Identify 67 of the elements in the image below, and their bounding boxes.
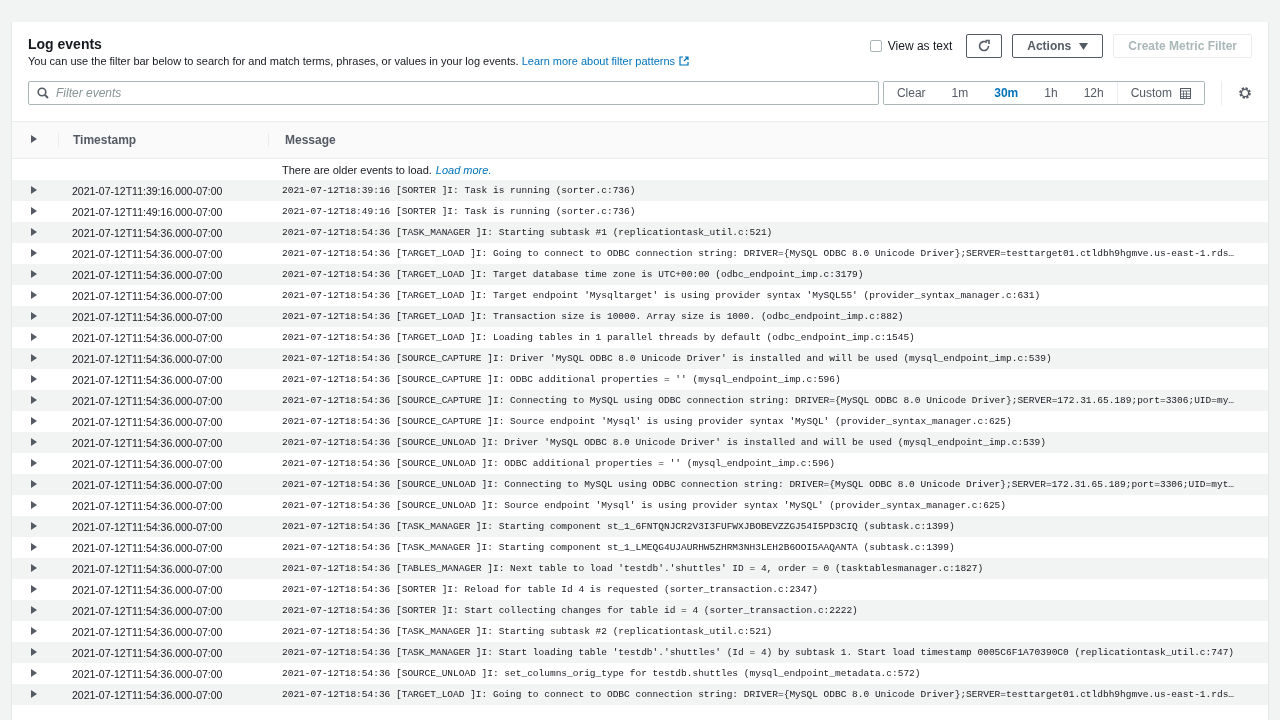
filter-events-field[interactable]: Filter events <box>28 81 879 105</box>
timestamp-cell-text: 2021-07-12T11:54:36.000-07:00 <box>71 310 224 323</box>
timestamp-cell-text: 2021-07-12T11:54:36.000-07:00 <box>71 583 224 596</box>
timestamp-cell-text: 2021-07-12T11:54:36.000-07:00 <box>71 520 224 533</box>
message-cell-text: 2021-07-12T18:54:36 [SOURCE_UNLOAD ]I: Connecting to MySQL using ODBC connection string: DRIVER={MySQL ODBC 8.0 Unicode Driver};SERVER=172.31.65.189;port=3306;UID=myt… <box>281 479 1236 490</box>
timestamp-cell-text: 2021-07-12T11:54:36.000-07:00 <box>71 625 224 638</box>
message-cell-text: 2021-07-12T18:54:36 [TASK_MANAGER ]I: Starting subtask #2 (replicationtask_util.c:521) <box>281 626 774 637</box>
message-cell-text: 2021-07-12T18:54:36 [SORTER ]I: Reload for table Id 4 is requested (sorter_transaction.c:2347) <box>281 584 819 595</box>
message-cell-text: 2021-07-12T18:54:36 [TASK_MANAGER ]I: Start loading table 'testdb'.'shuttles' (Id = 4) by subtask 1. Start load timestamp 0005C6F1A70390C0 (replicationtask_util.c:747) <box>281 647 1236 658</box>
message-cell-text: 2021-07-12T18:54:36 [TASK_MANAGER ]I: Starting component st_1_6FNTQNJCR2V3I3FUFWXJBOBEVZZGJ54I5PD3CIQ (subtask.c:1399) <box>281 521 956 532</box>
load-more-link[interactable]: Load more. <box>435 163 492 176</box>
message-cell-text: 2021-07-12T18:54:36 [SOURCE_UNLOAD ]I: ODBC additional properties = '' (mysql_endpoint_imp.c:596) <box>281 458 836 469</box>
message-cell-text: 2021-07-12T18:54:36 [TARGET_LOAD ]I: Going to connect to ODBC connection string: DRIVER={MySQL ODBC 8.0 Unicode Driver};SERVER=testtarget01.ctldbh9hgmve.us-east-1.rds… <box>281 248 1236 259</box>
timestamp-cell-text: 2021-07-12T11:54:36.000-07:00 <box>71 268 224 281</box>
timestamp-cell-text: 2021-07-12T11:54:36.000-07:00 <box>71 499 224 512</box>
timestamp-cell-text: 2021-07-12T11:54:36.000-07:00 <box>71 289 224 302</box>
timestamp-cell-text: 2021-07-12T11:54:36.000-07:00 <box>71 226 224 239</box>
timestamp-cell-text: 2021-07-12T11:39:16.000-07:00 <box>71 184 224 197</box>
message-cell-text: 2021-07-12T18:54:36 [SOURCE_CAPTURE ]I: Driver 'MySQL ODBC 8.0 Unicode Driver' is installed and will be used (mysql_endpoint_imp.c:539) <box>281 353 1053 364</box>
timestamp-cell-text: 2021-07-12T11:54:36.000-07:00 <box>71 646 224 659</box>
message-cell-text: 2021-07-12T18:54:36 [TASK_MANAGER ]I: Starting component st_1_LMEQG4UJAURHW5ZHRM3NH3LEH2B6OOI5AAQANTA (subtask.c:1399) <box>281 542 956 553</box>
column-header: Message <box>268 133 1268 147</box>
older-events-text: There are older events to load. <box>282 163 432 176</box>
message-cell-text: 2021-07-12T18:39:16 [SORTER ]I: Task is running (sorter.c:736) <box>281 185 637 196</box>
message-cell-text: 2021-07-12T18:54:36 [SORTER ]I: Start collecting changes for table id = 4 (sorter_transaction.c:2222) <box>281 605 859 616</box>
view-as-text-checkbox[interactable]: View as text <box>869 39 953 53</box>
message-cell-text: 2021-07-12T18:54:36 [TARGET_LOAD ]I: Transaction size is 10000. Array size is 1000. (odbc_endpoint_imp.c:882) <box>281 311 905 322</box>
timestamp-cell-text: 2021-07-12T11:54:36.000-07:00 <box>71 436 224 449</box>
timestamp-cell-text: 2021-07-12T11:49:16.000-07:00 <box>71 205 224 218</box>
message-cell-text: 2021-07-12T18:54:36 [SOURCE_UNLOAD ]I: Driver 'MySQL ODBC 8.0 Unicode Driver' is installed and will be used (mysql_endpoint_imp.c:539) <box>281 437 1047 448</box>
timestamp-cell-text: 2021-07-12T11:54:36.000-07:00 <box>71 373 224 386</box>
time-range-button[interactable]: Custom <box>1116 82 1204 104</box>
message-cell-text: 2021-07-12T18:54:36 [SOURCE_CAPTURE ]I: ODBC additional properties = '' (mysql_endpoint_imp.c:596) <box>281 374 842 385</box>
calendar-icon <box>1180 87 1191 99</box>
timestamp-cell-text: 2021-07-12T11:54:36.000-07:00 <box>71 415 224 428</box>
message-cell-text: 2021-07-12T18:54:36 [SOURCE_UNLOAD ]I: Source endpoint 'Mysql' is using provider syntax 'MySQL' (provider_syntax_manager.c:625) <box>281 500 1008 511</box>
refresh-icon <box>977 39 992 53</box>
message-cell-text: 2021-07-12T18:54:36 [SOURCE_CAPTURE ]I: Connecting to MySQL using ODBC connection string: DRIVER={MySQL ODBC 8.0 Unicode Driver};SERVER=172.31.65.189;port=3306;UID=my… <box>281 395 1236 406</box>
panel-description: You can use the filter bar below to search for and match terms, phrases, or values in your log events. Learn more about filter patterns <box>28 55 870 67</box>
timestamp-cell-text: 2021-07-12T11:54:36.000-07:00 <box>71 562 224 575</box>
external-link-icon <box>679 56 690 66</box>
message-cell-text: 2021-07-12T18:54:36 [SOURCE_UNLOAD ]I: set_columns_orig_type for testdb.shuttles (mysql_endpoint_metadata.c:572) <box>281 668 922 679</box>
timestamp-cell-text: 2021-07-12T11:54:36.000-07:00 <box>71 688 224 701</box>
column-header: Timestamp <box>58 133 268 147</box>
refresh-button[interactable] <box>966 34 1003 58</box>
settings-icon[interactable] <box>1238 86 1252 100</box>
message-cell-text: 2021-07-12T18:54:36 [SOURCE_CAPTURE ]I: Source endpoint 'Mysql' is using provider syntax 'MySQL' (provider_syntax_manager.c:625) <box>281 416 1013 427</box>
message-cell-text: 2021-07-12T18:49:16 [SORTER ]I: Task is running (sorter.c:736) <box>281 206 637 217</box>
message-cell-text: 2021-07-12T18:54:36 [TARGET_LOAD ]I: Loading tables in 1 parallel threads by default (odbc_endpoint_imp.c:1545) <box>281 332 916 343</box>
message-cell-text: 2021-07-12T18:54:36 [TARGET_LOAD ]I: Target endpoint 'Mysqltarget' is using provider syntax 'MySQL55' (provider_syntax_manager.c:631) <box>281 290 1042 301</box>
timestamp-cell-text: 2021-07-12T11:54:36.000-07:00 <box>71 478 224 491</box>
learn-more-link[interactable]: Learn more about filter patterns <box>521 55 690 67</box>
timestamp-cell-text: 2021-07-12T11:54:36.000-07:00 <box>71 457 224 470</box>
panel-title: Log events <box>28 35 103 53</box>
timestamp-cell-text: 2021-07-12T11:54:36.000-07:00 <box>71 247 224 260</box>
timestamp-cell-text: 2021-07-12T11:54:36.000-07:00 <box>71 604 224 617</box>
timestamp-cell-text: 2021-07-12T11:54:36.000-07:00 <box>71 541 224 554</box>
timestamp-cell-text: 2021-07-12T11:54:36.000-07:00 <box>71 394 224 407</box>
message-cell-text: 2021-07-12T18:54:36 [TABLES_MANAGER ]I: Next table to load 'testdb'.'shuttles' ID = 4, order = 0 (tasktablesmanager.c:1827) <box>281 563 985 574</box>
timestamp-cell-text: 2021-07-12T11:54:36.000-07:00 <box>71 667 224 680</box>
timestamp-cell-text: 2021-07-12T11:54:36.000-07:00 <box>71 352 224 365</box>
message-cell-text: 2021-07-12T18:54:36 [TARGET_LOAD ]I: Going to connect to ODBC connection string: DRIVER={MySQL ODBC 8.0 Unicode Driver};SERVER=testtarget01.ctldbh9hgmve.us-east-1.rds… <box>281 689 1236 700</box>
message-cell-text: 2021-07-12T18:54:36 [TARGET_LOAD ]I: Target database time zone is UTC+00:00 (odbc_endpoint_imp.c:3179) <box>281 269 865 280</box>
actions-button[interactable]: Actions <box>1012 34 1104 58</box>
timestamp-cell-text: 2021-07-12T11:54:36.000-07:00 <box>71 331 224 344</box>
caret-icon <box>1079 42 1089 50</box>
message-cell-text: 2021-07-12T18:54:36 [TASK_MANAGER ]I: Starting subtask #1 (replicationtask_util.c:521) <box>281 227 774 238</box>
